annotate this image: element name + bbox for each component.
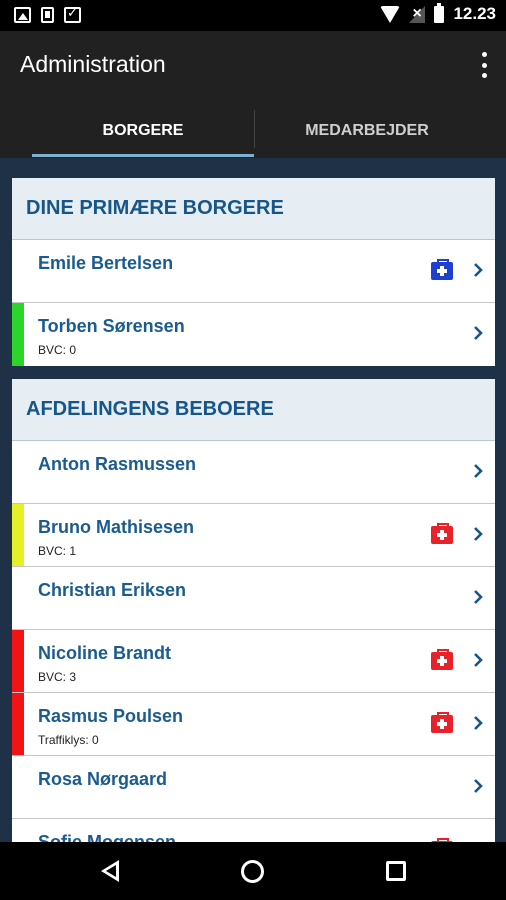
tab-borgere[interactable]: BORGERE: [32, 103, 254, 158]
tab-selected-indicator: [32, 154, 254, 157]
check-icon: [64, 5, 81, 23]
chevron-right-icon: [474, 527, 483, 541]
citizen-name: Christian Eriksen: [38, 580, 187, 600]
chevron-right-icon: [474, 590, 483, 604]
citizen-name: Torben Sørensen: [38, 316, 185, 336]
notification-icons: [14, 5, 81, 23]
chevron-right-icon: [474, 653, 483, 667]
document-icon: [41, 7, 54, 23]
list-item[interactable]: Nicoline Brandt BVC: 3: [12, 630, 495, 693]
citizen-name: Nicoline Brandt: [38, 643, 172, 663]
list-item[interactable]: Bruno Mathisesen BVC: 1: [12, 504, 495, 567]
citizen-name: Rosa Nørgaard: [38, 769, 168, 789]
page-title: Administration: [20, 51, 166, 77]
citizen-name: Rasmus Poulsen: [38, 706, 184, 726]
chevron-right-icon: [474, 779, 483, 793]
app-screen: 12.23 Administration BORGERE MEDARBEJDER…: [0, 0, 506, 900]
section-title: DINE PRIMÆRE BORGERE: [26, 197, 284, 219]
citizen-subtext: BVC: 1: [38, 544, 77, 558]
section-primary-citizens: DINE PRIMÆRE BORGERE Emile Bertelsen Torbe…: [12, 178, 495, 366]
medical-kit-icon: [431, 649, 453, 670]
recent-apps-icon[interactable]: [386, 861, 406, 881]
content-list[interactable]: DINE PRIMÆRE BORGERE Emile Bertelsen Torbe…: [0, 158, 506, 842]
chevron-right-icon: [474, 326, 483, 340]
status-flag: [12, 303, 24, 366]
list-item[interactable]: Sofie Mogensen: [12, 819, 495, 842]
section-department-residents: AFDELINGENS BEBOERE Anton Rasmussen Bruno …: [12, 379, 495, 842]
citizen-name: Emile Bertelsen: [38, 253, 174, 273]
status-flag: [12, 630, 24, 692]
no-signal-icon: [409, 5, 426, 23]
tab-medarbejder[interactable]: MEDARBEJDER: [256, 103, 478, 158]
wifi-icon: [380, 5, 401, 23]
citizen-subtext: BVC: 0: [38, 343, 77, 357]
image-icon: [14, 7, 31, 23]
battery-icon: [434, 2, 445, 23]
chevron-right-icon: [474, 263, 483, 277]
list-item[interactable]: Emile Bertelsen: [12, 240, 495, 303]
system-icons: 12.23: [380, 2, 496, 24]
list-item[interactable]: Rasmus Poulsen Traffiklys: 0: [12, 693, 495, 756]
home-icon[interactable]: [241, 860, 264, 883]
list-item[interactable]: Christian Eriksen: [12, 567, 495, 630]
chevron-right-icon: [474, 464, 483, 478]
status-bar: 12.23: [0, 0, 506, 31]
list-item[interactable]: Anton Rasmussen: [12, 441, 495, 504]
clock: 12.23: [453, 4, 496, 23]
status-flag: [12, 693, 24, 755]
app-bar: Administration: [0, 31, 506, 103]
status-flag: [12, 504, 24, 566]
navigation-bar: [0, 842, 506, 900]
chevron-right-icon: [474, 716, 483, 730]
overflow-menu-icon[interactable]: [479, 52, 489, 78]
section-title: AFDELINGENS BEBOERE: [26, 398, 274, 420]
citizen-subtext: BVC: 3: [38, 670, 77, 684]
back-icon[interactable]: [101, 860, 119, 882]
citizen-name: Bruno Mathisesen: [38, 517, 195, 537]
medical-kit-icon: [431, 523, 453, 544]
tab-divider: [254, 110, 255, 148]
section-header: DINE PRIMÆRE BORGERE: [12, 178, 495, 240]
list-item[interactable]: Rosa Nørgaard: [12, 756, 495, 819]
citizen-name: Sofie Mogensen: [38, 832, 177, 842]
citizen-name: Anton Rasmussen: [38, 454, 197, 474]
list-item[interactable]: Torben Sørensen BVC: 0: [12, 303, 495, 366]
medical-kit-icon: [431, 259, 453, 280]
medical-kit-icon: [431, 712, 453, 733]
section-header: AFDELINGENS BEBOERE: [12, 379, 495, 441]
tab-bar: BORGERE MEDARBEJDER: [0, 103, 506, 158]
citizen-subtext: Traffiklys: 0: [38, 733, 99, 747]
